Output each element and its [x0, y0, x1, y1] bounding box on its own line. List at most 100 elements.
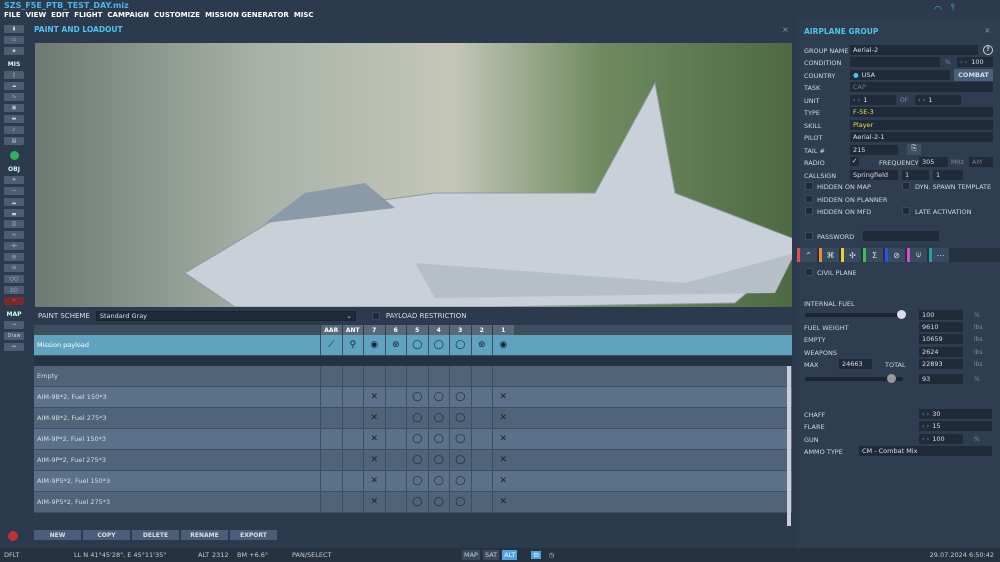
record-icon[interactable] — [8, 531, 18, 541]
slider-handle[interactable] — [887, 374, 897, 383]
empty-station[interactable] — [341, 492, 364, 512]
empty-station[interactable] — [384, 471, 407, 491]
group-tab-1-icon[interactable]: ⌘ — [819, 248, 839, 262]
shapes-icon[interactable]: △○ — [4, 286, 24, 294]
callsign-number-1[interactable]: 1 — [902, 170, 929, 180]
pod-store-icon[interactable]: ◉ — [492, 335, 514, 355]
tank-store-icon[interactable]: ◯ — [427, 335, 450, 355]
ruler-icon[interactable]: ↔ — [4, 343, 24, 351]
draw-button[interactable]: Draw — [4, 332, 24, 340]
task-select[interactable]: CAP — [850, 82, 993, 92]
callsign-select[interactable]: Springfield — [850, 170, 898, 180]
tank-store-icon[interactable]: ◯ — [406, 335, 428, 355]
ship-icon[interactable]: ▃ — [4, 209, 24, 217]
ammo-type-select[interactable]: CM - Combat Mix — [859, 446, 992, 456]
fuel-tank-icon[interactable]: ◯ — [406, 492, 428, 512]
table-row[interactable]: Empty — [34, 366, 792, 387]
pylon-x-icon[interactable]: ✕ — [363, 471, 385, 491]
late-activation-checkbox[interactable] — [902, 207, 910, 215]
key-icon[interactable]: ⊸ — [4, 321, 24, 329]
of-stepper[interactable]: ‹ › 1 — [915, 95, 961, 105]
pylon-x-icon[interactable]: ✕ — [492, 492, 514, 512]
rename-button[interactable]: RENAME — [181, 530, 228, 540]
map-view-button[interactable]: MAP — [462, 550, 480, 560]
pod-store-icon[interactable]: ◉ — [363, 335, 385, 355]
internal-fuel-input[interactable]: 100 — [919, 310, 963, 320]
export-button[interactable]: EXPORT — [230, 530, 277, 540]
empty-station[interactable] — [341, 471, 364, 491]
static-object-icon[interactable]: ◫ — [4, 220, 24, 228]
empty-station[interactable] — [384, 492, 407, 512]
empty-station[interactable] — [470, 429, 493, 449]
dyn-spawn-checkbox[interactable] — [902, 182, 910, 190]
pylon-x-icon[interactable]: ✕ — [492, 429, 514, 449]
group-tab-2-icon[interactable]: ✣ — [841, 248, 861, 262]
group-tab-6-icon[interactable]: ⋯ — [929, 248, 949, 262]
delete-button[interactable]: DELETE — [132, 530, 179, 540]
table-row[interactable]: AIM-9B*2, Fuel 150*3 ✕ ◯ ◯ ◯ ✕ — [34, 387, 792, 408]
empty-station[interactable] — [341, 450, 364, 470]
ant-store-icon[interactable]: ⚲ — [341, 335, 364, 355]
hidden-on-mfd-checkbox[interactable] — [805, 207, 813, 215]
password-input[interactable] — [863, 231, 939, 241]
payload-restriction-checkbox[interactable] — [371, 312, 380, 320]
pylon-x-icon[interactable]: ✕ — [363, 450, 385, 470]
empty-station[interactable] — [320, 471, 342, 491]
fuel-tank-icon[interactable]: ◯ — [406, 471, 428, 491]
coalition-icon[interactable] — [9, 151, 19, 160]
group-name-input[interactable]: Aerial-2 — [850, 45, 978, 55]
empty-station[interactable] — [384, 366, 407, 386]
empty-station[interactable] — [341, 408, 364, 428]
menu-edit[interactable]: EDIT — [51, 11, 69, 19]
fuel-tank-icon[interactable]: ◯ — [427, 471, 450, 491]
aircraft-preview[interactable] — [35, 43, 806, 308]
type-select[interactable]: F-5E-3 — [850, 107, 993, 117]
nav-target-icon[interactable]: ◎ — [4, 253, 24, 261]
internal-fuel-slider[interactable] — [805, 310, 906, 319]
group-tab-4-icon[interactable]: ⊘ — [885, 248, 905, 262]
airplane-icon[interactable]: ✈ — [4, 176, 24, 184]
empty-station[interactable] — [470, 366, 493, 386]
empty-station[interactable] — [449, 366, 471, 386]
fuel-tank-icon[interactable]: ◯ — [406, 387, 428, 407]
pylon-x-icon[interactable]: ✕ — [492, 471, 514, 491]
fuel-tank-icon[interactable]: ◯ — [427, 450, 450, 470]
empty-station[interactable] — [427, 366, 450, 386]
save-icon[interactable]: ▪ — [4, 47, 24, 55]
menu-file[interactable]: FILE — [4, 11, 21, 19]
empty-station[interactable] — [384, 450, 407, 470]
menu-customize[interactable]: CUSTOMIZE — [154, 11, 200, 19]
empty-station[interactable] — [320, 492, 342, 512]
empty-station[interactable] — [470, 408, 493, 428]
fuel-tank-icon[interactable]: ◯ — [449, 471, 471, 491]
frequency-input[interactable]: 305 — [919, 157, 948, 167]
table-row[interactable]: AIM-9P*2, Fuel 275*3 ✕ ◯ ◯ ◯ ✕ — [34, 450, 792, 471]
radio-checkbox[interactable]: ✓ — [850, 157, 859, 166]
route-icon[interactable]: ∿ — [4, 93, 24, 101]
hidden-on-planner-checkbox[interactable] — [805, 195, 813, 203]
profile-select[interactable]: DFLT — [4, 551, 74, 559]
group-tab-5-icon[interactable]: ⍦ — [907, 248, 927, 262]
weather-icon[interactable]: ☁ — [4, 82, 24, 90]
fuel-tank-icon[interactable]: ◯ — [449, 492, 471, 512]
menu-view[interactable]: VIEW — [26, 11, 47, 19]
condition-bar[interactable] — [850, 57, 940, 67]
copy-tail-icon[interactable]: ⎘ — [907, 144, 921, 155]
empty-station[interactable] — [320, 387, 342, 407]
open-folder-icon[interactable]: ▭ — [4, 36, 24, 44]
empty-station[interactable] — [470, 387, 493, 407]
template-icon[interactable]: ∞ — [4, 231, 24, 239]
pylon-x-icon[interactable]: ✕ — [363, 492, 385, 512]
trigger-zone-icon[interactable]: ▣ — [4, 104, 24, 112]
ref-point-icon[interactable]: ⊙ — [4, 264, 24, 272]
table-scrollbar[interactable] — [787, 366, 791, 526]
empty-station[interactable] — [384, 387, 407, 407]
skill-select[interactable]: Player — [850, 120, 993, 130]
menu-campaign[interactable]: CAMPAIGN — [107, 11, 149, 19]
close-group-panel-icon[interactable]: × — [984, 26, 991, 35]
modulation-select[interactable]: AM — [969, 157, 993, 167]
clock-icon[interactable]: ◷ — [549, 551, 555, 559]
load-slider[interactable] — [805, 374, 903, 383]
pylon-x-icon[interactable]: ✕ — [363, 387, 385, 407]
fuel-tank-icon[interactable]: ◯ — [427, 408, 450, 428]
